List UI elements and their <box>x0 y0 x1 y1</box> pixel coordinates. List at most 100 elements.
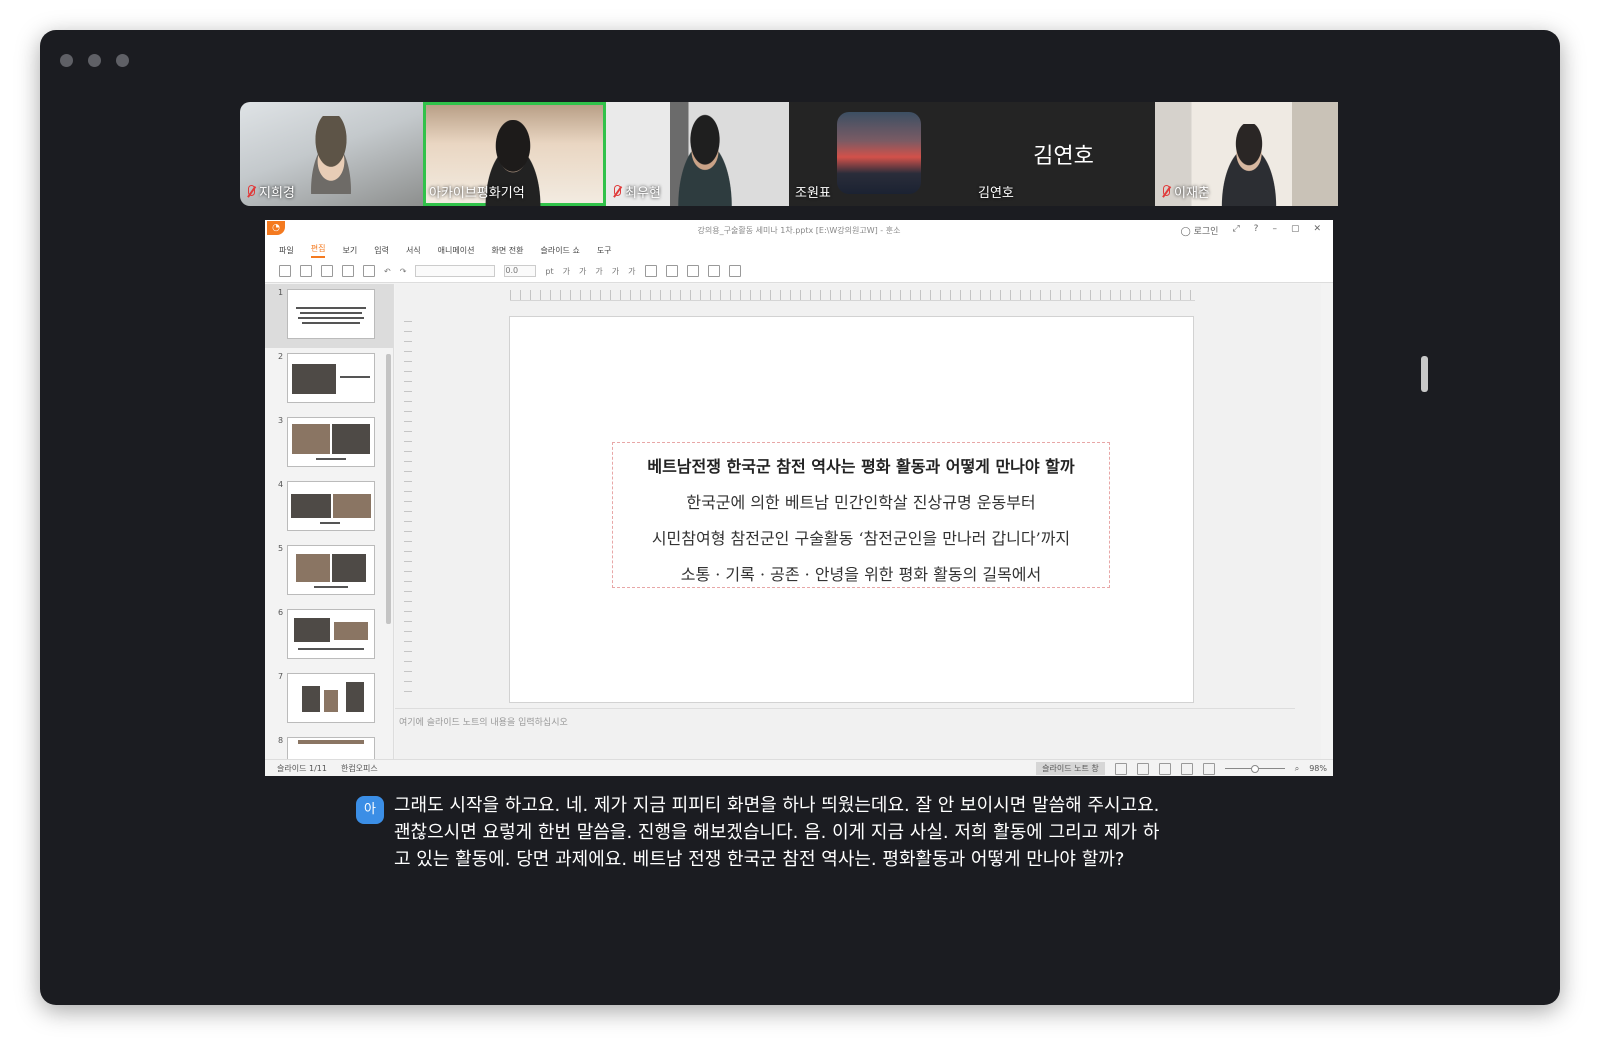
zoom-slider[interactable] <box>1224 765 1285 773</box>
participant-tile[interactable]: 이재춘 <box>1155 102 1338 206</box>
menu-insert[interactable]: 입력 <box>374 245 389 256</box>
print-icon[interactable] <box>342 265 354 277</box>
slide-thumbnail-image <box>287 353 375 403</box>
participant-tile-active[interactable]: 아카이브평화기억 <box>423 102 606 206</box>
minimize-icon[interactable]: – <box>1272 224 1277 237</box>
slide-thumbnail-4[interactable]: 4 <box>265 476 393 540</box>
app-name: 한컴오피스 <box>340 764 378 773</box>
underline-icon[interactable]: 가 <box>595 266 602 277</box>
font-name-field[interactable] <box>415 265 496 277</box>
vertical-ruler <box>404 312 412 692</box>
sorter-view-icon[interactable] <box>1136 762 1149 775</box>
minimize-dot[interactable] <box>88 54 101 67</box>
presentation-toolbar: ↶ ↷ 0.0 pt 가 가 가 가 가 <box>265 260 1333 283</box>
help-icon[interactable]: ? <box>1254 224 1259 237</box>
slide-thumbnail-image <box>287 417 375 467</box>
undo-icon[interactable]: ↶ <box>384 267 391 276</box>
menu-transition[interactable]: 화면 전환 <box>491 245 523 256</box>
slide-line: 한국군에 의한 베트남 민간인학살 진상규명 운동부터 <box>686 493 1036 512</box>
notes-toggle-button[interactable]: 슬라이드 노트 창 <box>1036 762 1105 775</box>
slide-text-box[interactable]: 베트남전쟁 한국군 참전 역사는 평화 활동과 어떻게 만나야 할까 한국군에 … <box>612 442 1110 588</box>
slide-thumbnail-image <box>287 609 375 659</box>
print-preview-icon[interactable] <box>363 265 375 277</box>
live-caption: 아 그래도 시작을 하고요. 네. 제가 지금 피피티 화면을 하나 띄웠는데요… <box>356 792 1166 873</box>
normal-view-icon[interactable] <box>1114 762 1127 775</box>
slide-line: 시민참여형 참전군인 구술활동 ‘참전군인을 만나러 갑니다’까지 <box>651 529 1071 548</box>
slide-thumbnail-5[interactable]: 5 <box>265 540 393 604</box>
save-icon[interactable] <box>321 265 333 277</box>
align-center-icon[interactable] <box>665 265 678 277</box>
slide-thumbnail-6[interactable]: 6 <box>265 604 393 668</box>
slide-thumbnail-1[interactable]: 1 <box>265 284 393 348</box>
participant-tile[interactable]: 조원표 <box>789 102 972 206</box>
participant-name: 이재춘 <box>1174 186 1210 201</box>
shared-screen-presentation: ◔ 강의용_구술활동 세미나 1차.pptx [E:\W강의원고W] - 훈소 … <box>265 220 1428 776</box>
participant-tile[interactable]: 최우현 <box>606 102 789 206</box>
slide-thumbnail-2[interactable]: 2 <box>265 348 393 412</box>
strike-icon[interactable]: 가 <box>612 266 619 277</box>
mic-muted-icon <box>612 184 622 199</box>
slide-number: 4 <box>278 480 284 489</box>
thumbnail-scrollbar[interactable] <box>386 354 391 624</box>
bold-icon[interactable]: 가 <box>563 266 570 277</box>
font-size-field[interactable]: 0.0 <box>504 265 537 277</box>
caption-text: 그래도 시작을 하고요. 네. 제가 지금 피피티 화면을 하나 띄웠는데요. … <box>394 795 1160 870</box>
zoom-slider-knob[interactable] <box>1250 765 1259 773</box>
open-folder-icon[interactable] <box>300 265 312 277</box>
reading-view-icon[interactable] <box>1158 762 1171 775</box>
menu-edit[interactable]: 편집 <box>310 243 326 258</box>
slide-number: 1 <box>278 288 284 297</box>
slide-number: 2 <box>278 352 284 361</box>
slideshow-view-icon[interactable] <box>1180 762 1193 775</box>
login-icon: ◯ <box>1180 227 1191 237</box>
slide-editor: 베트남전쟁 한국군 참전 역사는 평화 활동과 어떻게 만나야 할까 한국군에 … <box>395 284 1428 760</box>
slide-thumbnail-3[interactable]: 3 <box>265 412 393 476</box>
slide-thumbnail-7[interactable]: 7 <box>265 668 393 732</box>
participant-label: 지희경 <box>246 182 295 201</box>
slide-thumbnail-image <box>287 673 375 723</box>
presentation-titlebar: ◔ 강의용_구술활동 세미나 1차.pptx [E:\W강의원고W] - 훈소 … <box>265 220 1333 240</box>
align-left-icon[interactable] <box>644 265 657 277</box>
menu-file[interactable]: 파일 <box>279 245 294 256</box>
text-color-icon[interactable]: 가 <box>628 266 635 277</box>
expand-icon[interactable]: ⤢ <box>1232 224 1239 237</box>
redo-icon[interactable]: ↷ <box>400 267 407 276</box>
slide-canvas[interactable]: 베트남전쟁 한국군 참전 역사는 평화 활동과 어떻게 만나야 할까 한국군에 … <box>509 316 1194 703</box>
menu-view[interactable]: 보기 <box>342 245 357 256</box>
participant-tile[interactable]: 김연호 김연호 <box>972 102 1155 206</box>
participant-name: 조원표 <box>795 186 831 201</box>
editor-scrollbar[interactable] <box>1421 356 1428 392</box>
fit-window-icon[interactable] <box>1202 762 1215 775</box>
participant-tile[interactable]: 지희경 <box>240 102 423 206</box>
close-icon[interactable]: ✕ <box>1313 224 1321 237</box>
bullet-list-icon[interactable] <box>707 265 720 277</box>
horizontal-ruler <box>510 290 1195 301</box>
slide-title: 베트남전쟁 한국군 참전 역사는 평화 활동과 어떻게 만나야 할까 <box>647 457 1075 476</box>
slide-thumbnail-image <box>287 289 375 339</box>
number-list-icon[interactable] <box>728 265 741 277</box>
slide-notes-area[interactable]: 여기에 슬라이드 노트의 내용을 입력하십시오 <box>395 708 1295 760</box>
login-button[interactable]: ◯ 로그인 <box>1181 224 1219 237</box>
maximize-icon[interactable]: ▢ <box>1291 224 1300 237</box>
align-right-icon[interactable] <box>686 265 699 277</box>
menu-tools[interactable]: 도구 <box>597 245 612 256</box>
new-file-icon[interactable] <box>279 265 291 277</box>
zoom-dot[interactable] <box>116 54 129 67</box>
slide-number: 5 <box>278 544 284 553</box>
participant-big-name: 김연호 <box>1033 144 1094 169</box>
italic-icon[interactable]: 가 <box>579 266 586 277</box>
zoom-icon[interactable]: ⌕ <box>1295 764 1299 774</box>
menu-format[interactable]: 서식 <box>406 245 421 256</box>
zoom-level: 98% <box>1309 764 1327 773</box>
menu-animation[interactable]: 애니메이션 <box>438 245 475 256</box>
presentation-window-title: 강의용_구술활동 세미나 1차.pptx [E:\W강의원고W] - 훈소 <box>697 226 901 235</box>
status-left: 슬라이드 1/11 한컴오피스 <box>277 763 378 774</box>
slide-thumbnail-8[interactable]: 8 <box>265 732 393 760</box>
mic-muted-icon <box>1161 184 1171 199</box>
close-dot[interactable] <box>60 54 73 67</box>
menu-slideshow[interactable]: 슬라이드 쇼 <box>540 245 579 256</box>
participant-name: 김연호 <box>978 186 1014 201</box>
participant-video <box>1211 124 1287 206</box>
participant-strip: 지희경 아카이브평화기억 최우현 조원표 김연호 김연호 이재춘 <box>240 102 1356 206</box>
slide-number: 7 <box>278 672 284 681</box>
